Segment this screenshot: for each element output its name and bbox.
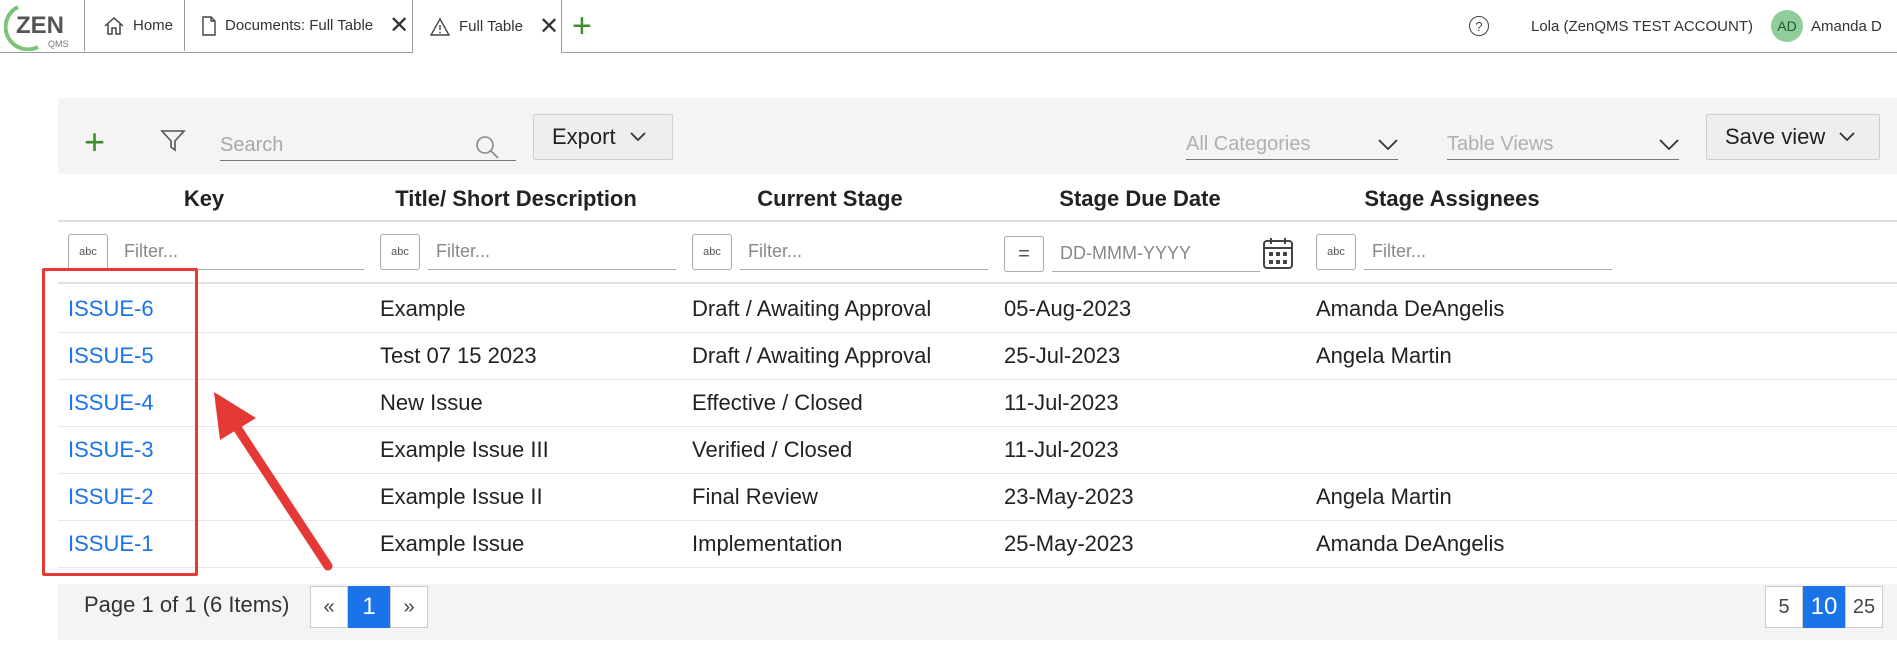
equals-operator-icon[interactable]: =: [1004, 236, 1044, 272]
help-icon[interactable]: ?: [1469, 16, 1489, 36]
row-due-date: 25-May-2023: [1004, 531, 1134, 556]
row-assignees: Angela Martin: [1316, 343, 1452, 368]
close-icon[interactable]: ✕: [539, 14, 559, 39]
next-page-button[interactable]: »: [390, 586, 428, 628]
row-assignees: Amanda DeAngelis: [1316, 296, 1505, 321]
table-row[interactable]: ISSUE-6 Example Draft / Awaiting Approva…: [58, 286, 1897, 333]
home-icon: [104, 16, 124, 35]
page-size-25[interactable]: 25: [1845, 586, 1883, 628]
table-row[interactable]: ISSUE-4 New Issue Effective / Closed 11-…: [58, 380, 1897, 427]
row-due-date: 11-Jul-2023: [1004, 390, 1119, 415]
filter-stage: abc: [692, 232, 988, 272]
filter-due-date: =: [1004, 232, 1304, 272]
row-assignees: Amanda DeAngelis: [1316, 531, 1505, 556]
page-size-10[interactable]: 10: [1803, 586, 1845, 628]
filter-key: abc: [68, 232, 364, 272]
filter-divider: [58, 282, 1897, 284]
column-header-title[interactable]: Title/ Short Description: [376, 186, 656, 212]
document-icon: [202, 15, 216, 36]
filter-input-due-date[interactable]: [1052, 236, 1260, 272]
page-size-selector: 5 10 25: [1765, 586, 1883, 628]
row-due-date: 11-Jul-2023: [1004, 437, 1119, 462]
tab-label: Documents: Full Table: [225, 17, 374, 34]
save-view-label: Save view: [1725, 124, 1826, 149]
tab-label: Home: [133, 17, 174, 34]
row-title: Example Issue III: [380, 437, 549, 462]
add-tab-button[interactable]: +: [572, 6, 592, 46]
search-icon[interactable]: [474, 134, 500, 160]
avatar[interactable]: AD: [1771, 10, 1803, 42]
user-name[interactable]: Amanda D: [1811, 18, 1897, 35]
filter-input-title[interactable]: [428, 234, 676, 270]
row-stage: Final Review: [692, 484, 818, 509]
table-views-placeholder: Table Views: [1447, 133, 1554, 155]
row-stage: Effective / Closed: [692, 390, 863, 415]
page-button-1[interactable]: 1: [348, 586, 390, 628]
zenqms-logo[interactable]: ZEN QMS: [4, 3, 70, 51]
table-views-dropdown[interactable]: Table Views: [1447, 130, 1679, 160]
row-title: Example Issue II: [380, 484, 543, 509]
export-button[interactable]: Export: [533, 114, 673, 160]
table-row[interactable]: ISSUE-2 Example Issue II Final Review 23…: [58, 474, 1897, 521]
row-due-date: 05-Aug-2023: [1004, 296, 1132, 321]
tab-full-table[interactable]: Full Table ✕: [412, 0, 562, 53]
filter-assignees: abc: [1316, 232, 1612, 272]
row-title: Example: [380, 296, 466, 321]
column-header-current-stage[interactable]: Current Stage: [690, 186, 970, 212]
logo-text: ZEN: [16, 12, 64, 39]
account-area: ? Lola (ZenQMS TEST ACCOUNT) AD Amanda D: [1469, 0, 1897, 52]
categories-placeholder: All Categories: [1186, 133, 1311, 155]
column-header-stage-assignees[interactable]: Stage Assignees: [1312, 186, 1592, 212]
page-info: Page 1 of 1 (6 Items): [84, 592, 290, 617]
categories-dropdown[interactable]: All Categories: [1186, 130, 1398, 160]
pagination: « 1 »: [310, 586, 428, 628]
logo-subtext: QMS: [48, 39, 69, 49]
close-icon[interactable]: ✕: [389, 13, 409, 38]
table-row[interactable]: ISSUE-3 Example Issue III Verified / Clo…: [58, 427, 1897, 474]
chevron-down-icon: [629, 132, 646, 142]
row-stage: Draft / Awaiting Approval: [692, 296, 932, 321]
table-row[interactable]: ISSUE-1 Example Issue Implementation 25-…: [58, 521, 1897, 568]
filter-icon[interactable]: [160, 128, 186, 154]
column-header-key[interactable]: Key: [58, 186, 350, 212]
chevron-down-icon: [1378, 138, 1398, 150]
filter-input-key[interactable]: [116, 234, 364, 270]
abc-filter-icon[interactable]: abc: [692, 234, 732, 270]
chevron-down-icon: [1839, 132, 1855, 142]
tab-label: Full Table: [459, 18, 523, 35]
calendar-icon[interactable]: [1262, 236, 1294, 270]
column-header-stage-due-date[interactable]: Stage Due Date: [1000, 186, 1280, 212]
top-bar: ZEN QMS Home Documents: Full Table ✕ Ful…: [0, 0, 1897, 53]
header-divider: [58, 220, 1897, 222]
abc-filter-icon[interactable]: abc: [1316, 234, 1356, 270]
prev-page-button[interactable]: «: [310, 586, 348, 628]
annotation-highlight-box: [42, 268, 198, 576]
add-item-button[interactable]: +: [84, 124, 105, 160]
filter-input-assignees[interactable]: [1364, 234, 1612, 270]
row-stage: Draft / Awaiting Approval: [692, 343, 932, 368]
search-box[interactable]: [220, 130, 516, 161]
export-label: Export: [552, 124, 616, 149]
row-assignees: Angela Martin: [1316, 484, 1452, 509]
warning-icon: [429, 17, 451, 36]
tab-home[interactable]: Home: [84, 0, 184, 51]
page-size-5[interactable]: 5: [1765, 586, 1803, 628]
abc-filter-icon[interactable]: abc: [68, 234, 108, 270]
row-stage: Verified / Closed: [692, 437, 853, 462]
chevron-down-icon: [1659, 138, 1679, 150]
filter-input-stage[interactable]: [740, 234, 988, 270]
row-title: Test 07 15 2023: [380, 343, 537, 368]
filter-title: abc: [380, 232, 676, 272]
row-due-date: 25-Jul-2023: [1004, 343, 1121, 368]
abc-filter-icon[interactable]: abc: [380, 234, 420, 270]
row-due-date: 23-May-2023: [1004, 484, 1134, 509]
row-title: New Issue: [380, 390, 483, 415]
table-row[interactable]: ISSUE-5 Test 07 15 2023 Draft / Awaiting…: [58, 333, 1897, 380]
search-input[interactable]: [220, 130, 470, 157]
save-view-button[interactable]: Save view: [1706, 114, 1880, 160]
account-name[interactable]: Lola (ZenQMS TEST ACCOUNT): [1531, 18, 1753, 35]
row-title: Example Issue: [380, 531, 525, 556]
row-stage: Implementation: [692, 531, 843, 556]
tab-documents-full-table[interactable]: Documents: Full Table ✕: [184, 0, 412, 51]
